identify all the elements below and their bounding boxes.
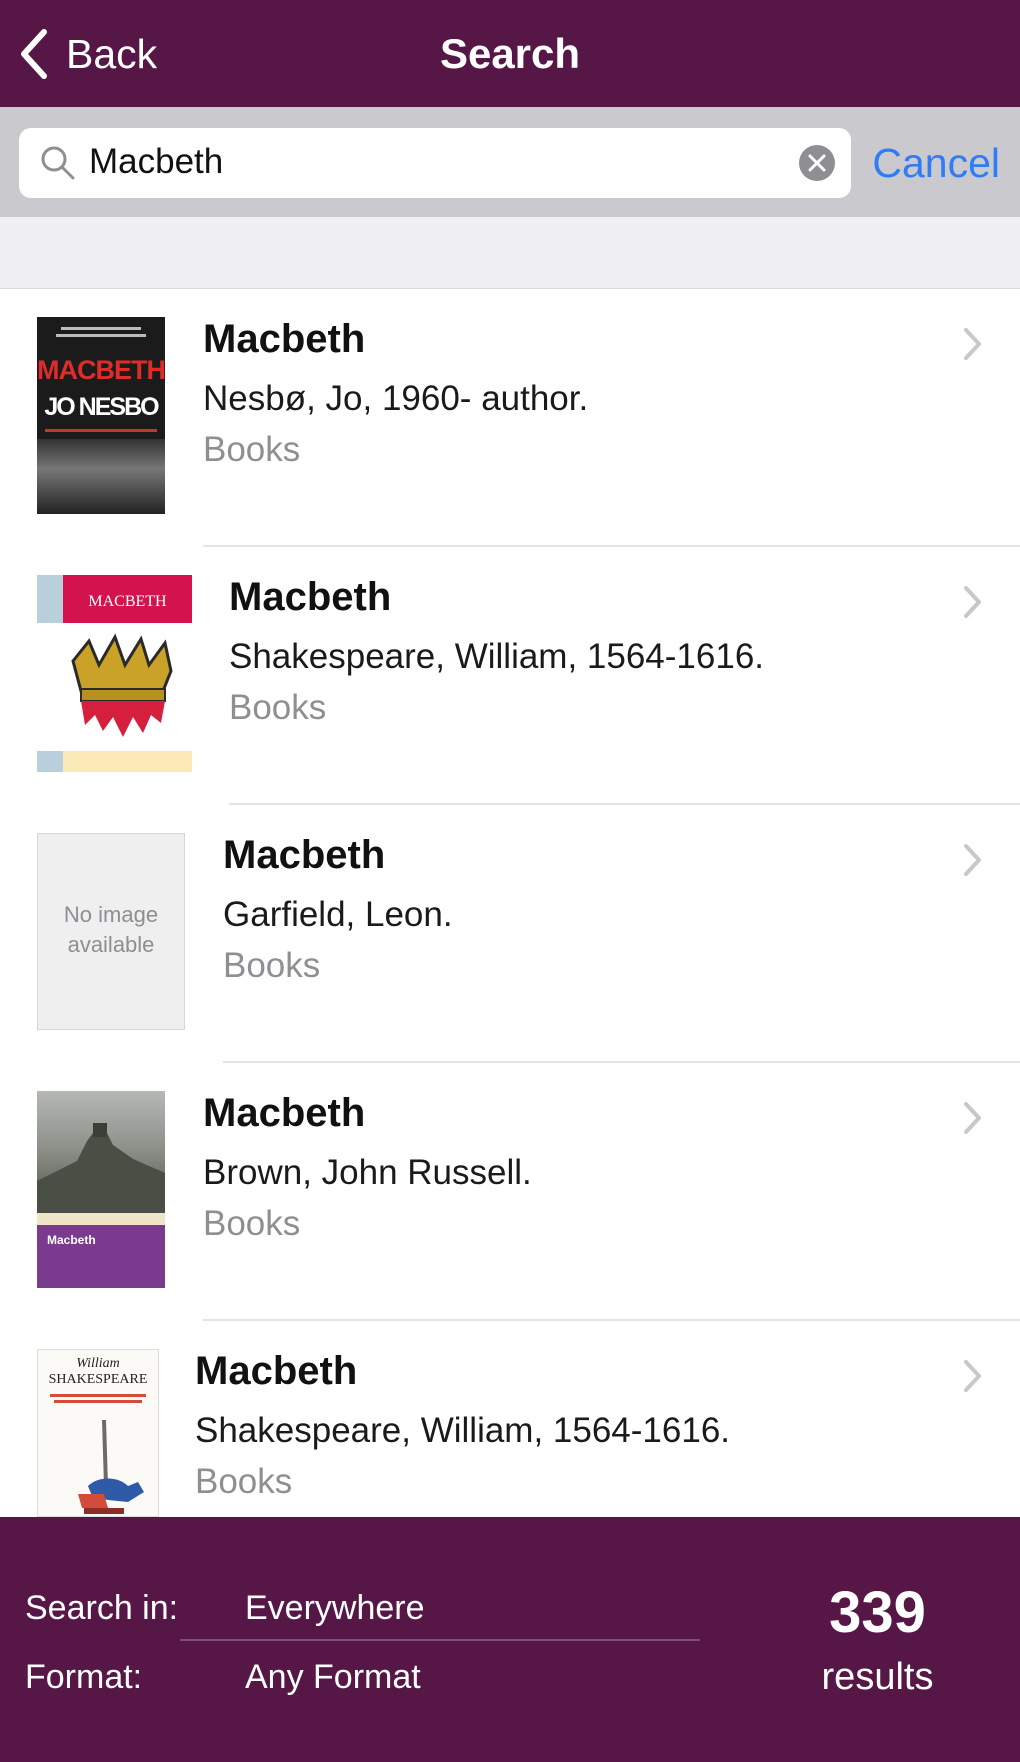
cover-author-text: SHAKESPEARE: [48, 1372, 148, 1387]
result-row[interactable]: Macbeth Macbeth Brown, John Russell. Boo…: [0, 1063, 1020, 1321]
format-selector[interactable]: Any Format: [245, 1658, 421, 1697]
chevron-right-icon: [964, 328, 981, 360]
chevron-right-icon: [964, 586, 981, 618]
result-title: Macbeth: [195, 1349, 358, 1393]
chevron-right-icon: [964, 1360, 981, 1392]
result-format: Books: [203, 1204, 301, 1243]
book-cover-image: William SHAKESPEARE: [37, 1349, 159, 1517]
chevron-right-icon: [964, 844, 981, 876]
result-format: Books: [195, 1462, 293, 1501]
result-title: Macbeth: [229, 575, 392, 619]
cover-title-text: MACBETH: [37, 355, 165, 385]
search-in-label: Search in:: [25, 1589, 179, 1627]
format-label: Format:: [25, 1658, 143, 1696]
book-cover-image: Macbeth: [37, 1091, 165, 1288]
result-format: Books: [229, 688, 327, 727]
result-title: Macbeth: [203, 317, 366, 361]
chevron-right-icon: [964, 1102, 981, 1134]
result-row[interactable]: No image available Macbeth Garfield, Leo…: [0, 805, 1020, 1063]
search-in-selector[interactable]: Everywhere: [245, 1589, 425, 1628]
page-title: Search: [439, 30, 581, 77]
clear-search-button[interactable]: [799, 145, 835, 181]
results-count-label: results: [821, 1656, 934, 1698]
result-row[interactable]: William SHAKESPEARE Macbeth Shakespeare,…: [0, 1321, 1020, 1517]
search-input-value: Macbeth: [89, 142, 224, 181]
result-row[interactable]: MACBETH Macbeth Shakespeare, William, 15…: [0, 547, 1020, 805]
result-row[interactable]: MACBETH JO NESBO Macbeth Nesbø, Jo, 1960…: [0, 289, 1020, 547]
no-image-text: available: [67, 932, 155, 957]
results-count: 339: [829, 1580, 926, 1645]
result-format: Books: [203, 430, 301, 469]
search-bar: Macbeth Cancel: [0, 107, 1020, 217]
result-title: Macbeth: [223, 833, 386, 877]
result-author: Nesbø, Jo, 1960- author.: [203, 379, 589, 418]
close-icon: [808, 154, 826, 172]
search-input[interactable]: Macbeth: [19, 128, 851, 198]
no-image-text: No image: [63, 902, 159, 927]
result-format: Books: [223, 946, 321, 985]
filter-bar: Search in: Everywhere Format: Any Format…: [0, 1517, 1020, 1762]
book-cover-image: MACBETH JO NESBO: [37, 317, 165, 514]
cancel-button[interactable]: Cancel: [872, 140, 1000, 187]
search-icon: [41, 146, 75, 180]
result-author: Shakespeare, William, 1564-1616.: [229, 637, 765, 676]
result-title: Macbeth: [203, 1091, 366, 1135]
results-list: MACBETH JO NESBO Macbeth Nesbø, Jo, 1960…: [0, 289, 1020, 1517]
book-cover-image: MACBETH: [37, 575, 192, 772]
result-author: Brown, John Russell.: [203, 1153, 532, 1192]
filter-divider: [180, 1639, 700, 1641]
nav-bar: Back Search: [0, 0, 1020, 107]
section-spacer: [0, 217, 1020, 289]
no-image-placeholder: No image available: [37, 833, 185, 1030]
cover-author-text: JO NESBO: [44, 393, 159, 421]
result-author: Garfield, Leon.: [223, 895, 453, 934]
cover-author-text: William: [76, 1356, 120, 1371]
result-author: Shakespeare, William, 1564-1616.: [195, 1411, 731, 1450]
cover-title-text: MACBETH: [88, 593, 167, 610]
cover-title-text: Macbeth: [47, 1233, 96, 1247]
